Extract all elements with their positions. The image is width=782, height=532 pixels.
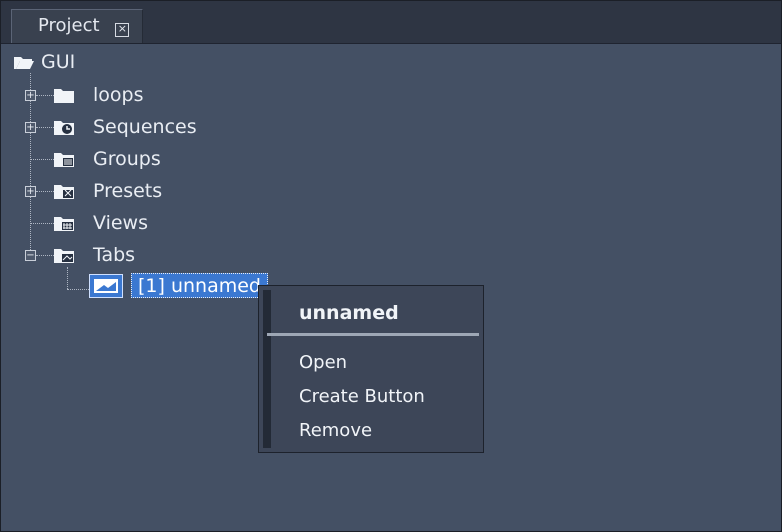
tree-item-label: Views xyxy=(93,212,148,234)
expand-icon[interactable]: + xyxy=(25,90,36,101)
context-menu-title: unnamed xyxy=(299,302,399,324)
tree-line xyxy=(67,289,89,290)
project-tab-label: Project xyxy=(38,15,100,36)
tree-root-label: GUI xyxy=(41,51,76,73)
tree-line xyxy=(67,267,68,289)
menu-item-remove[interactable]: Remove xyxy=(299,418,372,444)
tab-icon xyxy=(89,274,123,298)
tree-item-label: loops xyxy=(93,84,144,106)
tree-item-label: Tabs xyxy=(93,244,136,266)
project-tab[interactable]: Project × xyxy=(11,9,143,43)
tabs-folder-icon xyxy=(54,249,74,263)
views-folder-icon xyxy=(54,217,74,231)
close-icon[interactable]: × xyxy=(115,23,130,37)
expand-icon[interactable]: + xyxy=(25,122,36,133)
presets-folder-icon xyxy=(54,185,74,199)
tree-line xyxy=(36,127,54,128)
tree-item-label: Presets xyxy=(93,180,163,202)
expand-icon[interactable]: + xyxy=(25,186,36,197)
tree-child-unnamed[interactable]: [1] unnamed xyxy=(131,273,268,298)
sequence-folder-icon xyxy=(54,121,74,135)
context-menu: unnamed Open Create Button Remove xyxy=(258,285,484,453)
tab-icon-graphic xyxy=(94,279,118,293)
panel-titlebar: Project × xyxy=(1,1,781,44)
menu-item-create-button[interactable]: Create Button xyxy=(299,384,425,410)
collapse-icon[interactable]: − xyxy=(25,250,36,261)
tree-line xyxy=(36,191,54,192)
tree-item-label: Sequences xyxy=(93,116,197,138)
tree-item-label: Groups xyxy=(93,148,161,170)
open-folder-icon xyxy=(14,57,34,69)
menu-item-open[interactable]: Open xyxy=(299,350,347,376)
tree-line xyxy=(30,159,54,160)
groups-folder-icon xyxy=(54,153,74,167)
tree-line xyxy=(36,95,54,96)
folder-icon xyxy=(54,89,74,103)
context-menu-separator xyxy=(267,333,479,336)
tree-line xyxy=(36,255,54,256)
tree-line xyxy=(30,223,54,224)
